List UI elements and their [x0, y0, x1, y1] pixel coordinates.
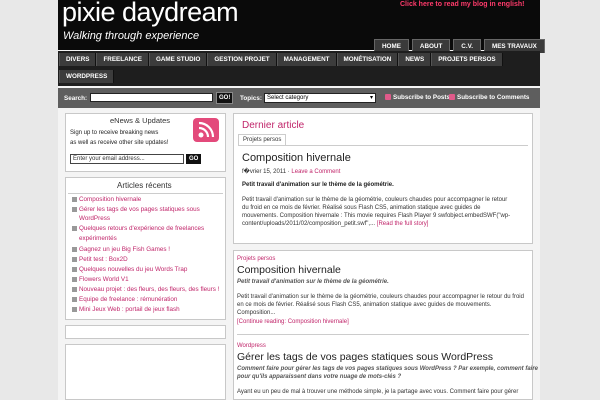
bullet-icon — [72, 247, 77, 252]
rss-icon — [449, 94, 455, 101]
post-title[interactable]: Composition hivernale — [237, 264, 341, 276]
subscribe-comments-link[interactable]: Subscribe to Comments — [449, 94, 529, 101]
featured-body-line: mouvements. Composition hivernale : This… — [242, 213, 511, 219]
subscribe-posts-label: Subscribe to Posts — [393, 94, 451, 101]
topics-label: Topics: — [240, 95, 262, 102]
continue-reading-link[interactable]: [Continue reading: Composition hivernale… — [237, 318, 349, 326]
topics-selected-value: Select category — [267, 95, 309, 101]
recent-item[interactable]: Composition hivernale — [79, 196, 141, 203]
bullet-icon — [72, 267, 77, 272]
top-nav: HOME ABOUT C.V. MES TRAVAUX — [374, 39, 545, 53]
recent-item-cont[interactable]: expérimentés — [79, 235, 117, 242]
search-label: Search: — [64, 95, 88, 102]
bullet-icon — [72, 287, 77, 292]
post-body-line: Composition... — [237, 310, 276, 316]
site-title[interactable]: pixie daydream — [62, 0, 239, 28]
main-nav-row-1: DIVERS FREELANCE GAME STUDIO GESTION PRO… — [59, 53, 503, 66]
featured-meta: f�vrier 15, 2011 · Leave a Comment — [242, 168, 340, 175]
featured-body-line-last: content/uploads/2011/02/composition_peti… — [242, 220, 428, 228]
nav-freelance[interactable]: FREELANCE — [96, 53, 149, 66]
recent-articles-title: Articles récents — [117, 181, 172, 190]
bullet-icon — [72, 207, 77, 212]
enews-title: eNews & Updates — [110, 116, 171, 125]
bullet-icon — [72, 197, 77, 202]
divider — [237, 334, 529, 335]
bullet-icon — [72, 257, 77, 262]
sidebar-empty-widget — [65, 325, 226, 339]
read-full-story-link[interactable]: [Read the full story] — [377, 221, 429, 227]
english-blog-link[interactable]: Click here to read my blog in english! — [400, 1, 524, 8]
rss-icon — [385, 94, 391, 101]
site-tagline: Walking through experience — [63, 30, 200, 42]
rss-feed-icon — [193, 118, 219, 142]
post-body-line: Petit travail d'animation sur le thème d… — [237, 294, 524, 300]
nav-projets-persos[interactable]: PROJETS PERSOS — [431, 53, 503, 66]
recent-item[interactable]: Gagnez un jeu Big Fish Games ! — [79, 246, 170, 253]
recent-item[interactable]: Flowers World V1 — [79, 276, 129, 283]
bullet-icon — [72, 307, 77, 312]
recent-item[interactable]: Quelques retours d'expérience de freelan… — [79, 225, 204, 232]
topics-select[interactable]: Select category ▾ — [264, 93, 376, 103]
featured-body-text: content/uploads/2011/02/composition_peti… — [242, 221, 376, 227]
featured-date: f�vrier 15, 2011 — [242, 169, 287, 175]
recent-item[interactable]: Petit test : Box2D — [79, 256, 128, 263]
nav-gestion-projet[interactable]: GESTION PROJET — [207, 53, 277, 66]
featured-subtitle: Petit travail d'animation sur le thème d… — [242, 182, 394, 188]
search-go-button[interactable]: GO! — [216, 92, 234, 104]
featured-body-line: du froid en ce mois de février. Réalisé … — [242, 205, 481, 211]
main-nav-row-2: WORDPRESS — [59, 70, 115, 83]
bullet-icon — [72, 277, 77, 282]
nav-monetisation[interactable]: MONÉTISATION — [336, 53, 399, 66]
featured-post-title[interactable]: Composition hivernale — [242, 152, 351, 164]
tab-projets-persos[interactable]: Projets persos — [238, 134, 287, 145]
subscribe-posts-link[interactable]: Subscribe to Posts — [385, 94, 450, 101]
nav-game-studio[interactable]: GAME STUDIO — [148, 53, 208, 66]
divider — [238, 145, 528, 146]
nav-divers[interactable]: DIVERS — [59, 53, 97, 66]
recent-item[interactable]: Equipe de freelance : rémunération — [79, 296, 177, 303]
nav-wordpress[interactable]: WORDPRESS — [59, 70, 115, 83]
email-input[interactable]: Enter your email address... — [70, 154, 184, 164]
post-body-line: Ayant eu un peu de mal à trouver une mét… — [237, 389, 519, 395]
recent-item[interactable]: Mini Jeux Web : portail de jeux flash — [79, 306, 180, 313]
featured-heading: Dernier article — [242, 120, 305, 131]
bullet-icon — [72, 226, 77, 231]
post-subtitle: pour qu'ils apparaissent dans votre nuag… — [237, 374, 402, 380]
enews-go-button[interactable]: GO — [186, 154, 202, 164]
leave-comment-link[interactable]: Leave a Comment — [291, 169, 340, 175]
subscribe-comments-label: Subscribe to Comments — [457, 94, 530, 101]
nav-news[interactable]: NEWS — [398, 53, 432, 66]
post-title[interactable]: Gérer les tags de vos pages statiques so… — [237, 351, 493, 363]
recent-item[interactable]: Nouveau projet : des fleurs, des fleurs,… — [79, 286, 219, 293]
bullet-icon — [72, 297, 77, 302]
post-category-link[interactable]: Projets persos — [237, 256, 275, 262]
search-input[interactable] — [90, 93, 213, 102]
recent-item[interactable]: Gérer les tags de vos pages statiques so… — [79, 206, 200, 213]
divider — [68, 193, 223, 194]
featured-body-line: Petit travail d'animation sur le thème d… — [242, 197, 508, 203]
enews-text-line2: as well as receive other site updates! — [70, 140, 169, 146]
post-subtitle: Comment faire pour gérer les tags de vos… — [237, 366, 538, 372]
post-category-link[interactable]: Wordpress — [237, 343, 266, 349]
chevron-down-icon: ▾ — [369, 95, 373, 101]
enews-text-line1: Sign up to receive breaking news — [70, 130, 159, 136]
post-body-line: en ce mois de février. Réalisé sous Flas… — [237, 302, 492, 308]
recent-item-cont[interactable]: WordPress — [79, 215, 110, 222]
sidebar-empty-widget — [65, 344, 226, 400]
post-subtitle: Petit travail d'animation sur le thème d… — [237, 279, 389, 285]
recent-item[interactable]: Quelques nouvelles du jeu Words Trap — [79, 266, 187, 273]
nav-management[interactable]: MANAGEMENT — [276, 53, 337, 66]
